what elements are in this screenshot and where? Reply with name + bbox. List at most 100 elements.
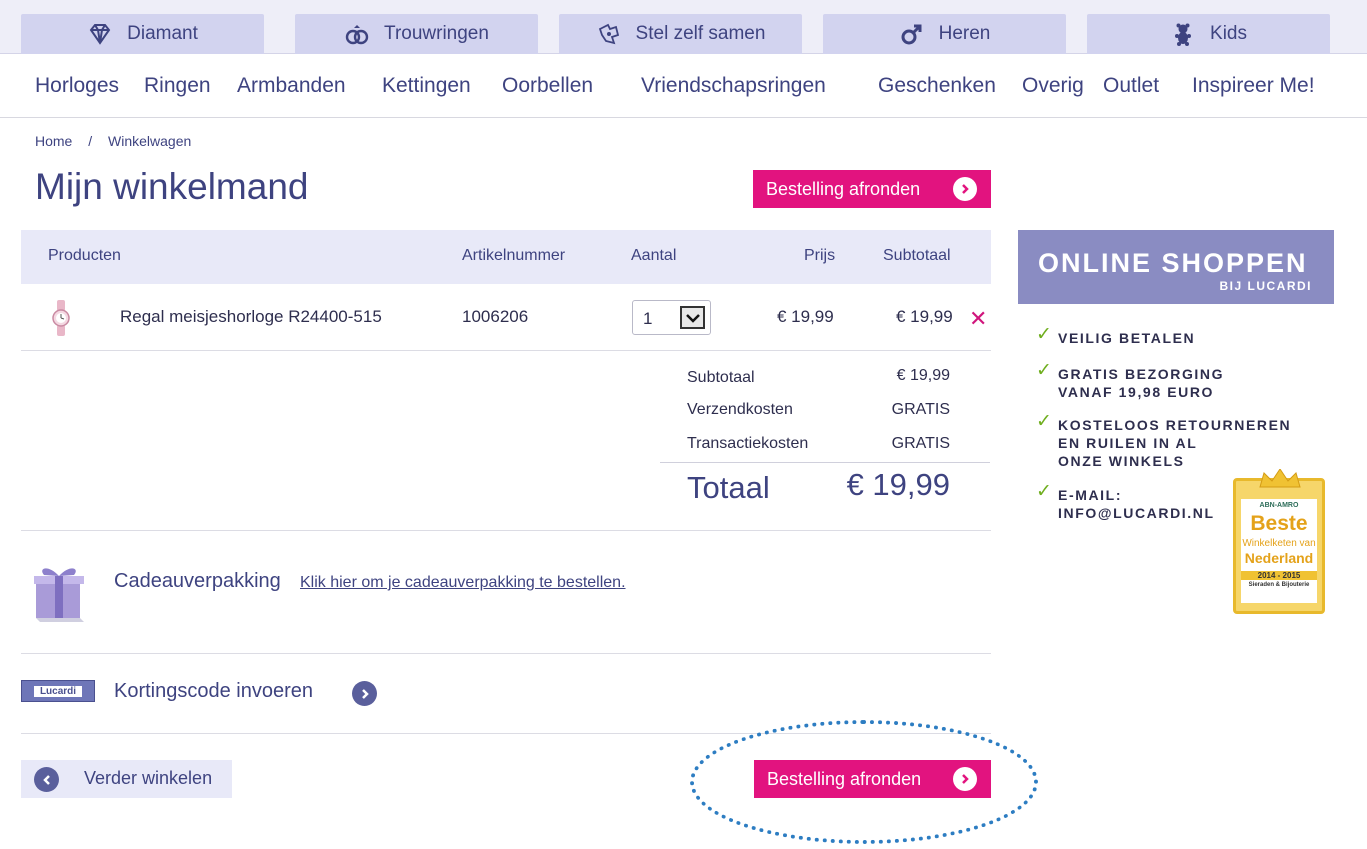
nav-armbanden[interactable]: Armbanden [237,74,346,98]
quantity-select[interactable]: 1 [632,300,711,335]
nav-ringen[interactable]: Ringen [144,74,211,98]
usp-item: ✓ KOSTELOOS RETOURNEREN EN RUILEN IN AL … [1036,411,1292,470]
table-row: Regal meisjeshorloge R24400-515 1006206 … [21,284,991,351]
nav-geschenken[interactable]: Geschenken [878,74,996,98]
transaction-value: GRATIS [891,435,950,452]
usp-text: VANAF 19,98 EURO [1058,384,1215,400]
chevron-right-icon[interactable] [352,681,377,706]
tab-label: Diamant [127,23,198,44]
checkout-button-bottom[interactable]: Bestelling afronden [754,760,991,798]
tab-trouwringen[interactable]: Trouwringen [295,14,538,54]
tab-stel-zelf-samen[interactable]: Stel zelf samen [559,14,802,54]
nav-oorbellen[interactable]: Oorbellen [502,74,593,98]
divider [21,653,991,654]
tab-diamant[interactable]: Diamant [21,14,264,54]
product-name[interactable]: Regal meisjeshorloge R24400-515 [120,307,382,327]
usp-email[interactable]: INFO@LUCARDI.NL [1058,504,1215,522]
gift-wrap-link[interactable]: Klik hier om je cadeauverpakking te best… [300,574,626,592]
chevron-left-icon [34,767,59,792]
award-years: 2014 - 2015 [1241,571,1317,580]
totals-divider [660,462,990,463]
tab-label: Kids [1210,23,1247,44]
subtotal-value: € 19,99 [896,367,950,384]
header-qty: Aantal [631,247,677,264]
header-subtotal: Subtotaal [883,247,951,264]
shipping-value: GRATIS [891,401,950,418]
teddy-bear-icon [1175,23,1192,46]
total-value: € 19,99 [846,467,950,502]
nav-horloges[interactable]: Horloges [35,74,119,98]
checkmark-icon: ✓ [1036,324,1054,345]
header-sku: Artikelnummer [462,247,566,264]
product-thumbnail[interactable] [51,300,71,336]
diamond-icon [89,24,111,45]
cart-table-header: Producten Artikelnummer Aantal Prijs Sub… [21,230,991,284]
breadcrumb-current: Winkelwagen [108,133,192,149]
chevron-right-icon [953,767,977,791]
usp-item: ✓ VEILIG BETALEN [1036,324,1196,347]
product-sku: 1006206 [462,307,529,326]
usp-item: ✓ GRATIS BEZORGING VANAF 19,98 EURO [1036,361,1225,401]
category-tabs: Diamant Trouwringen Stel zelf samen Here… [0,0,1367,54]
award-badge: ABN-AMRO Beste Winkelketen van Nederland… [1233,469,1325,614]
header-price: Prijs [804,247,836,264]
award-category: Sieraden & Bijouterie [1248,582,1310,588]
checkmark-icon: ✓ [1036,481,1054,502]
chevron-down-icon[interactable] [680,306,705,329]
continue-shopping-label: Verder winkelen [84,768,213,788]
checkout-button-top[interactable]: Bestelling afronden [753,170,991,208]
usp-text: E-MAIL: [1058,487,1123,503]
header-products: Producten [48,247,121,264]
usp-text: EN RUILEN IN AL [1058,435,1198,451]
quantity-value: 1 [643,309,653,328]
transaction-label: Transactiekosten [687,435,809,452]
nav-outlet[interactable]: Outlet [1103,74,1159,98]
tab-label: Stel zelf samen [635,23,766,44]
male-icon [901,24,922,45]
tab-label: Trouwringen [384,23,489,44]
online-shoppen-banner: ONLINE SHOPPEN BIJ LUCARDI [1018,230,1334,304]
gift-box-icon [34,568,84,622]
breadcrumb-separator: / [88,133,93,149]
breadcrumb-home[interactable]: Home [35,133,72,149]
remove-icon[interactable]: ✕ [969,306,987,332]
usp-text: KOSTELOOS RETOURNEREN [1058,417,1292,433]
tab-heren[interactable]: Heren [823,14,1066,54]
main-nav: Horloges Ringen Armbanden Kettingen Oorb… [0,54,1367,118]
coupon-title[interactable]: Kortingscode invoeren [114,680,313,703]
award-line1: Winkelketen van [1242,538,1316,549]
continue-shopping-button[interactable]: Verder winkelen [21,760,232,798]
shipping-label: Verzendkosten [687,401,793,418]
divider [21,530,991,531]
award-panel: ABN-AMRO Beste Winkelketen van Nederland… [1241,499,1317,603]
crown-icon [1259,469,1301,488]
banner-title: ONLINE SHOPPEN [1038,248,1308,278]
usp-text: GRATIS BEZORGING [1058,366,1225,382]
usp-text: ONZE WINKELS [1058,453,1185,469]
tab-kids[interactable]: Kids [1087,14,1330,54]
award-bank: ABN-AMRO [1259,502,1299,509]
tab-label: Heren [938,23,991,44]
lucardi-card-icon: Lucardi [21,680,95,702]
subtotal-label: Subtotaal [687,369,755,386]
banner-subtitle: BIJ LUCARDI [1219,279,1312,293]
nav-kettingen[interactable]: Kettingen [382,74,471,98]
puzzle-icon [598,23,619,45]
gift-wrap-title: Cadeauverpakking [114,570,281,592]
product-subtotal: € 19,99 [896,307,953,326]
nav-overig[interactable]: Overig [1022,74,1084,98]
total-label: Totaal [687,470,770,505]
nav-vriendschapsringen[interactable]: Vriendschapsringen [641,74,826,98]
usp-text: VEILIG BETALEN [1058,330,1196,346]
checkmark-icon: ✓ [1036,411,1054,432]
product-price: € 19,99 [777,307,834,326]
divider [21,733,991,734]
chevron-right-icon [953,177,977,201]
rings-icon [345,25,369,45]
award-title: Beste [1250,512,1308,535]
checkout-label: Bestelling afronden [766,178,921,199]
lucardi-card-text: Lucardi [33,685,83,697]
nav-inspireer-me[interactable]: Inspireer Me! [1192,74,1315,98]
usp-item: ✓ E-MAIL: INFO@LUCARDI.NL [1036,481,1215,522]
breadcrumb: Home / Winkelwagen [35,133,203,149]
